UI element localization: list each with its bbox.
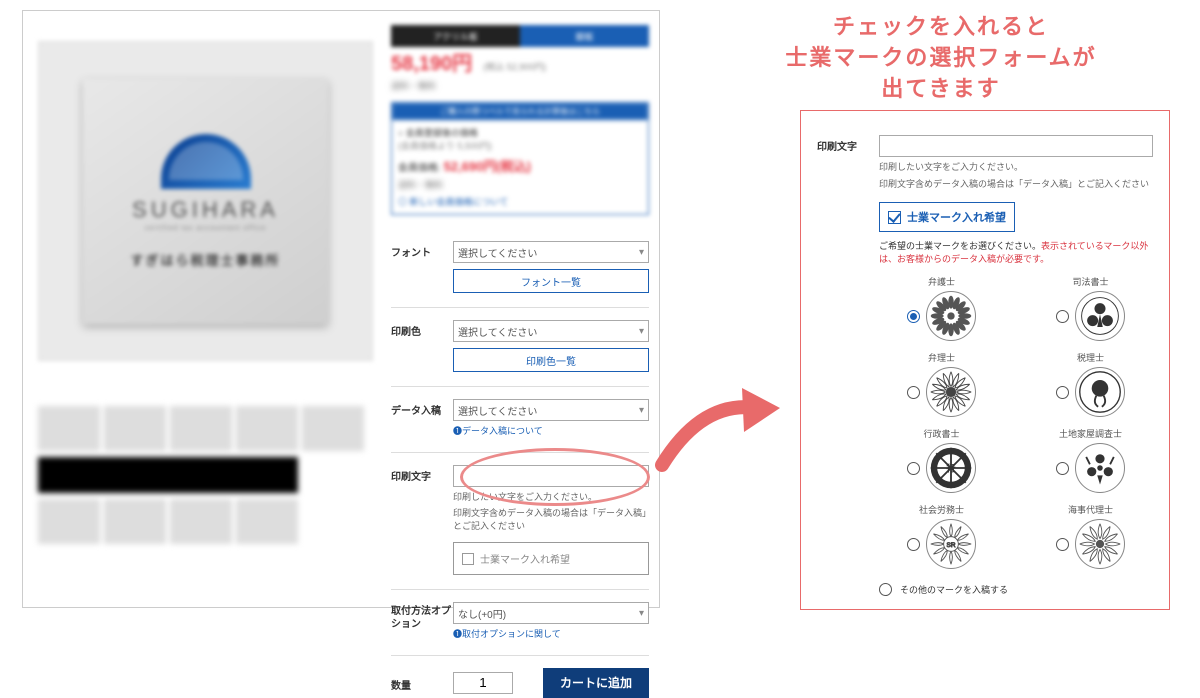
svg-text:SR: SR <box>947 542 956 549</box>
price: 58,190円 <box>391 53 472 75</box>
data-link[interactable]: ❶データ入稿について <box>453 425 649 438</box>
checkbox-checked-icon <box>888 211 901 224</box>
seal-icon <box>926 367 976 417</box>
data-select[interactable]: 選択してください <box>453 399 649 421</box>
font-label: フォント <box>391 241 453 293</box>
mark-option-shihoshoshi[interactable]: 司法書士 <box>1028 275 1153 341</box>
color-select[interactable]: 選択してください <box>453 320 649 342</box>
member-price-box: ご購入の際つベルで見られる計算後はこちら ○ 会員登録後の価格(会員価格より 5… <box>391 102 649 215</box>
plaque-logo-icon <box>161 134 251 189</box>
thumbnail-strip <box>38 406 373 536</box>
radio-icon <box>907 462 920 475</box>
data-label: データ入稿 <box>391 399 453 438</box>
color-label: 印刷色 <box>391 320 453 372</box>
seal-icon <box>1075 367 1125 417</box>
price-tax: (税込 52,900円) <box>483 62 546 72</box>
order-form: アクリル板 銀板 58,190円 (税込 52,900円) 送料・無料 ご購入の… <box>391 25 649 698</box>
mount-link[interactable]: ❶取付オプションに関して <box>453 628 649 641</box>
popup-mark-checkbox[interactable]: 士業マーク入れ希望 <box>879 202 1015 232</box>
popup-text-label: 印刷文字 <box>817 135 879 596</box>
mark-grid: 弁護士 司法書士 <box>879 275 1153 569</box>
mark-option-chosashi[interactable]: 土地家屋調査士 <box>1028 427 1153 493</box>
font-select[interactable]: 選択してください <box>453 241 649 263</box>
annotation-text: チェックを入れると 士業マークの選択フォームが 出てきます <box>696 12 1186 104</box>
tab-acrylic[interactable]: アクリル板 <box>391 25 520 47</box>
svg-text:行: 行 <box>945 463 955 474</box>
plaque-subline: certified tax accountant office <box>145 225 267 232</box>
checkbox-icon <box>462 553 474 565</box>
radio-icon <box>1056 386 1069 399</box>
plaque-preview: SUGIHARA certified tax accountant office… <box>83 79 328 324</box>
qty-label: 数量 <box>391 674 453 692</box>
radio-icon <box>1056 310 1069 323</box>
popup-text-input[interactable] <box>879 135 1153 157</box>
mark-option-other[interactable]: その他のマークを入稿する <box>879 583 1153 596</box>
seal-icon <box>1075 443 1125 493</box>
seal-icon <box>926 291 976 341</box>
mark-checkbox-label: 士業マーク入れ希望 <box>480 551 570 566</box>
arrow-icon <box>652 370 792 490</box>
seal-icon <box>1075 291 1125 341</box>
mark-option-sharoshi[interactable]: 社会労務士 SR <box>879 503 1004 569</box>
tab-silver[interactable]: 銀板 <box>520 25 649 47</box>
text-label: 印刷文字 <box>391 465 453 576</box>
mark-option-bengoshi[interactable]: 弁護士 <box>879 275 1004 341</box>
text-hint1: 印刷したい文字をご入力ください。 <box>453 491 649 504</box>
seal-icon: 行 <box>926 443 976 493</box>
mark-option-benrishi[interactable]: 弁理士 <box>879 351 1004 417</box>
product-image: SUGIHARA certified tax accountant office… <box>38 41 373 361</box>
product-panel: SUGIHARA certified tax accountant office… <box>22 10 660 608</box>
material-tabs: アクリル板 銀板 <box>391 25 649 47</box>
text-hint2: 印刷文字含めデータ入稿の場合は「データ入稿」とご記入ください <box>453 507 649 532</box>
mount-label: 取付方法オプション <box>391 602 453 641</box>
radio-icon <box>1056 462 1069 475</box>
pdf-compare-button[interactable] <box>38 457 298 493</box>
font-list-button[interactable]: フォント一覧 <box>453 269 649 293</box>
qty-input[interactable] <box>453 672 513 694</box>
radio-icon <box>879 583 892 596</box>
mark-checkbox-row[interactable]: 士業マーク入れ希望 <box>453 542 649 575</box>
radio-icon <box>1056 538 1069 551</box>
popup-select-hint: ご希望の士業マークをお選びください。表示されているマーク以外は、お客様からのデー… <box>879 240 1153 265</box>
print-text-input[interactable] <box>453 465 649 487</box>
seal-icon: SR <box>926 519 976 569</box>
add-to-cart-button[interactable]: カートに追加 <box>543 668 649 698</box>
mark-selection-popup: 印刷文字 印刷したい文字をご入力ください。 印刷文字含めデータ入稿の場合は「デー… <box>800 110 1170 610</box>
mark-option-gyoseishoshi[interactable]: 行政書士 行 <box>879 427 1004 493</box>
radio-checked-icon <box>907 310 920 323</box>
mark-option-kaiji[interactable]: 海事代理士 <box>1028 503 1153 569</box>
plaque-sample-text: すぎはら税理士事務所 <box>130 250 280 269</box>
mount-select[interactable]: なし(+0円) <box>453 602 649 624</box>
member-price: 52,690円(税込) <box>444 159 531 174</box>
mark-option-zeirishi[interactable]: 税理士 <box>1028 351 1153 417</box>
seal-icon <box>1075 519 1125 569</box>
popup-hint1: 印刷したい文字をご入力ください。 <box>879 161 1153 174</box>
color-list-button[interactable]: 印刷色一覧 <box>453 348 649 372</box>
radio-icon <box>907 386 920 399</box>
popup-hint2: 印刷文字含めデータ入稿の場合は「データ入稿」とご記入ください <box>879 178 1153 191</box>
plaque-brand: SUGIHARA <box>132 197 279 223</box>
radio-icon <box>907 538 920 551</box>
